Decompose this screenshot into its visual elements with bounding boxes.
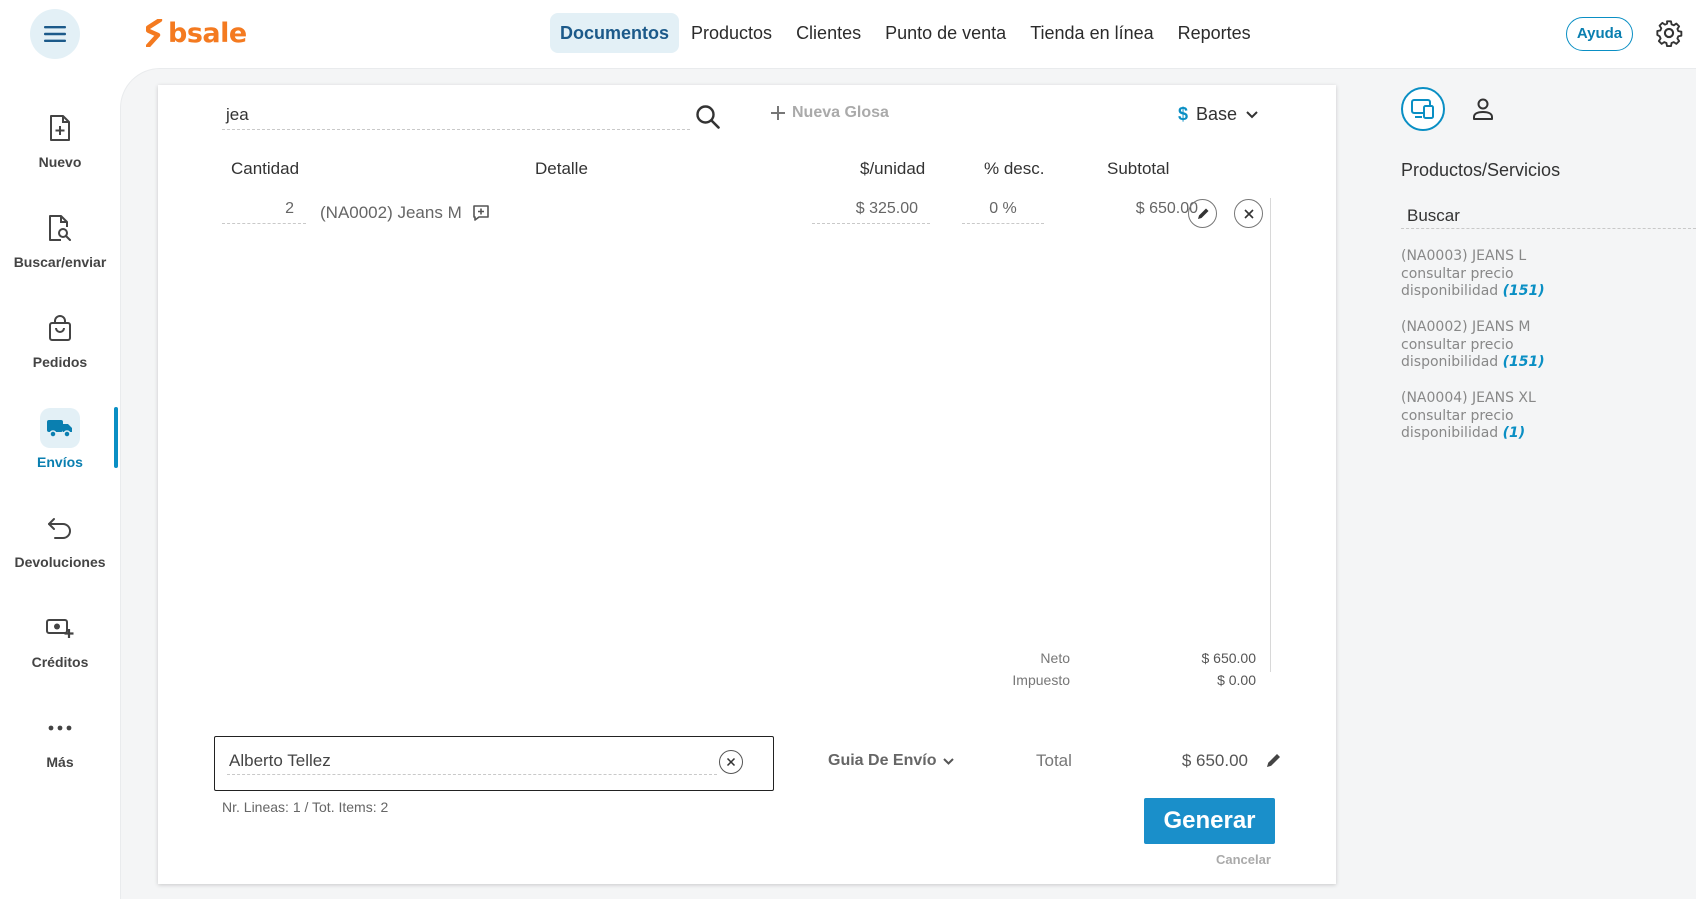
column-header-subtotal: Subtotal [1107,159,1170,178]
line-summary: Nr. Lineas: 1 / Tot. Items: 2 [222,799,389,815]
sidebar-item-label: Nuevo [38,154,82,170]
list-item[interactable]: (NA0003) JEANS L consultar precio dispon… [1401,248,1545,301]
client-input[interactable]: Alberto Tellez [227,747,717,775]
close-icon [726,757,736,767]
sidebar-item-buscar-enviar[interactable]: Buscar/enviar [0,208,120,288]
client-value: Alberto Tellez [229,751,331,770]
remove-line-button[interactable] [1234,199,1263,228]
products-search-placeholder: Buscar [1407,206,1460,225]
product-search-input[interactable]: jea [222,96,690,130]
close-icon [1243,208,1254,219]
top-bar: bsale Documentos Productos Clientes Punt… [0,0,1696,66]
sidebar-item-label: Créditos [31,654,89,670]
money-plus-icon [46,619,74,638]
chevron-down-icon [943,757,955,765]
column-header-detail: Detalle [535,159,588,178]
cancel-link[interactable]: Cancelar [1216,852,1271,867]
sidebar-item-nuevo[interactable]: Nuevo [0,108,120,188]
total-value: $ 650.00 [1181,751,1248,770]
shopping-bag-icon [49,315,71,341]
sidebar-active-indicator [114,407,118,468]
bsale-logo-icon [146,19,163,47]
nav-reportes[interactable]: Reportes [1166,13,1263,53]
column-header-qty: Cantidad [231,159,300,178]
table-row: 2 (NA0002) Jeans M $ 325.00 0 % $ 650.00 [222,196,1263,228]
sidebar-item-label: Buscar/enviar [13,254,107,270]
total-label: Total [1036,751,1072,770]
table-divider [1270,198,1271,672]
unit-price-input[interactable]: $ 325.00 [812,196,930,224]
bsale-logo[interactable]: bsale [146,16,247,50]
nav-tienda-en-linea[interactable]: Tienda en línea [1018,13,1165,53]
line-detail: (NA0002) Jeans M [320,196,490,224]
nav-clientes[interactable]: Clientes [784,13,873,53]
list-item[interactable]: (NA0002) JEANS M consultar precio dispon… [1401,319,1545,372]
line-detail-text: (NA0002) Jeans M [320,202,462,222]
net-value: $ 650.00 [1201,650,1257,666]
document-type-selector[interactable]: Guia De Envío [828,752,955,770]
list-item[interactable]: (NA0004) JEANS XL consultar precio dispo… [1401,390,1536,443]
new-gloss-button[interactable]: Nueva Glosa [770,104,889,122]
nav-productos[interactable]: Productos [679,13,784,53]
sidebar-item-envios[interactable]: Envíos [0,408,120,488]
products-panel-title: Productos/Servicios [1401,160,1561,180]
column-header-unit-price: $/unidad [860,159,926,178]
search-icon[interactable] [695,104,721,130]
discount-input[interactable]: 0 % [962,196,1044,224]
nav-punto-de-venta[interactable]: Punto de venta [873,13,1018,53]
price-list-selector[interactable]: $ Base [1178,104,1259,125]
sidebar-item-label: Devoluciones [14,554,106,570]
edit-line-button[interactable] [1188,199,1217,228]
tab-products[interactable] [1401,87,1445,131]
new-gloss-label: Nueva Glosa [792,104,889,121]
pencil-icon[interactable] [1264,752,1282,770]
client-field[interactable]: Alberto Tellez [214,736,774,791]
more-dots-icon [48,725,72,731]
tax-value: $ 0.00 [1217,672,1256,688]
sidebar-item-devoluciones[interactable]: Devoluciones [0,508,120,588]
sidebar-item-mas[interactable]: Más [0,708,120,788]
truck-icon [47,420,72,438]
products-search-input[interactable]: Buscar [1401,201,1696,229]
column-header-discount: % desc. [984,159,1045,178]
line-subtotal: $ 650.00 [1135,200,1198,217]
nav-documentos[interactable]: Documentos [550,13,680,53]
hamburger-menu-button[interactable] [30,9,80,59]
tab-client[interactable] [1468,94,1498,124]
hamburger-icon [44,26,66,42]
brand-name: bsale [168,17,247,49]
tax-label: Impuesto [1012,672,1070,688]
sidebar-item-label: Pedidos [32,354,88,370]
generate-button[interactable]: Generar [1144,798,1275,844]
sidebar-item-pedidos[interactable]: Pedidos [0,308,120,388]
sidebar-item-creditos[interactable]: Créditos [0,608,120,688]
file-search-icon [49,215,71,241]
sidebar-item-label: Más [46,754,74,770]
devices-icon [1411,99,1434,119]
pencil-icon [1197,208,1208,219]
main-nav: Documentos Productos Clientes Punto de v… [550,13,1263,53]
product-search-value: jea [226,105,249,124]
document-type-label: Guia De Envío [828,752,937,769]
plus-icon [771,106,785,120]
price-list-label: Base [1196,104,1238,124]
user-icon [1473,98,1493,120]
dollar-icon: $ [1178,104,1189,124]
qty-input[interactable]: 2 [222,196,306,224]
help-button[interactable]: Ayuda [1566,17,1633,51]
chevron-down-icon [1246,110,1258,118]
sidebar-item-label: Envíos [37,454,83,470]
gear-icon[interactable] [1655,19,1683,47]
sidebar: Nuevo Buscar/enviar Pedidos Envíos Devol… [0,66,120,899]
file-plus-icon [50,115,70,141]
net-label: Neto [1040,650,1070,666]
return-arrow-icon [48,518,71,539]
clear-client-button[interactable] [719,750,743,774]
add-comment-icon[interactable] [472,204,490,222]
